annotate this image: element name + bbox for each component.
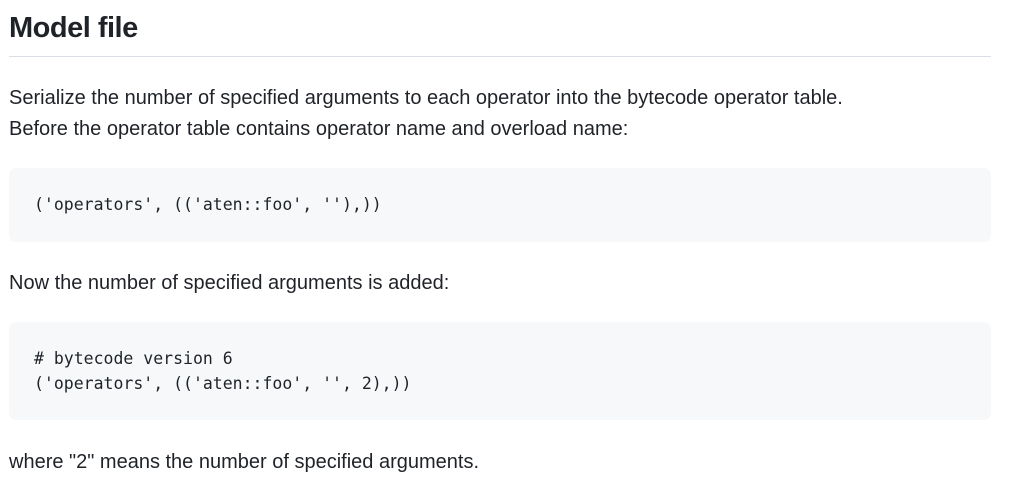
- code-block-after[interactable]: # bytecode version 6 ('operators', (('ate…: [9, 322, 991, 420]
- section-heading: Model file: [9, 12, 138, 44]
- code-comment-line: # bytecode version 6: [34, 349, 233, 368]
- heading-divider: [9, 56, 991, 57]
- intro-line-1: Serialize the number of specified argume…: [9, 87, 843, 109]
- middle-paragraph: Now the number of specified arguments is…: [9, 272, 450, 294]
- closing-paragraph: where "2" means the number of specified …: [9, 451, 479, 473]
- intro-paragraph: Serialize the number of specified argume…: [9, 83, 843, 145]
- code-line: ('operators', (('aten::foo', '', 2),)): [34, 374, 412, 393]
- code-after-text[interactable]: # bytecode version 6 ('operators', (('ate…: [34, 346, 412, 396]
- code-line: ('operators', (('aten::foo', ''),)): [34, 195, 382, 214]
- code-before-text[interactable]: ('operators', (('aten::foo', ''),)): [34, 192, 382, 217]
- code-block-before[interactable]: ('operators', (('aten::foo', ''),)): [9, 168, 991, 242]
- intro-line-2: Before the operator table contains opera…: [9, 118, 629, 140]
